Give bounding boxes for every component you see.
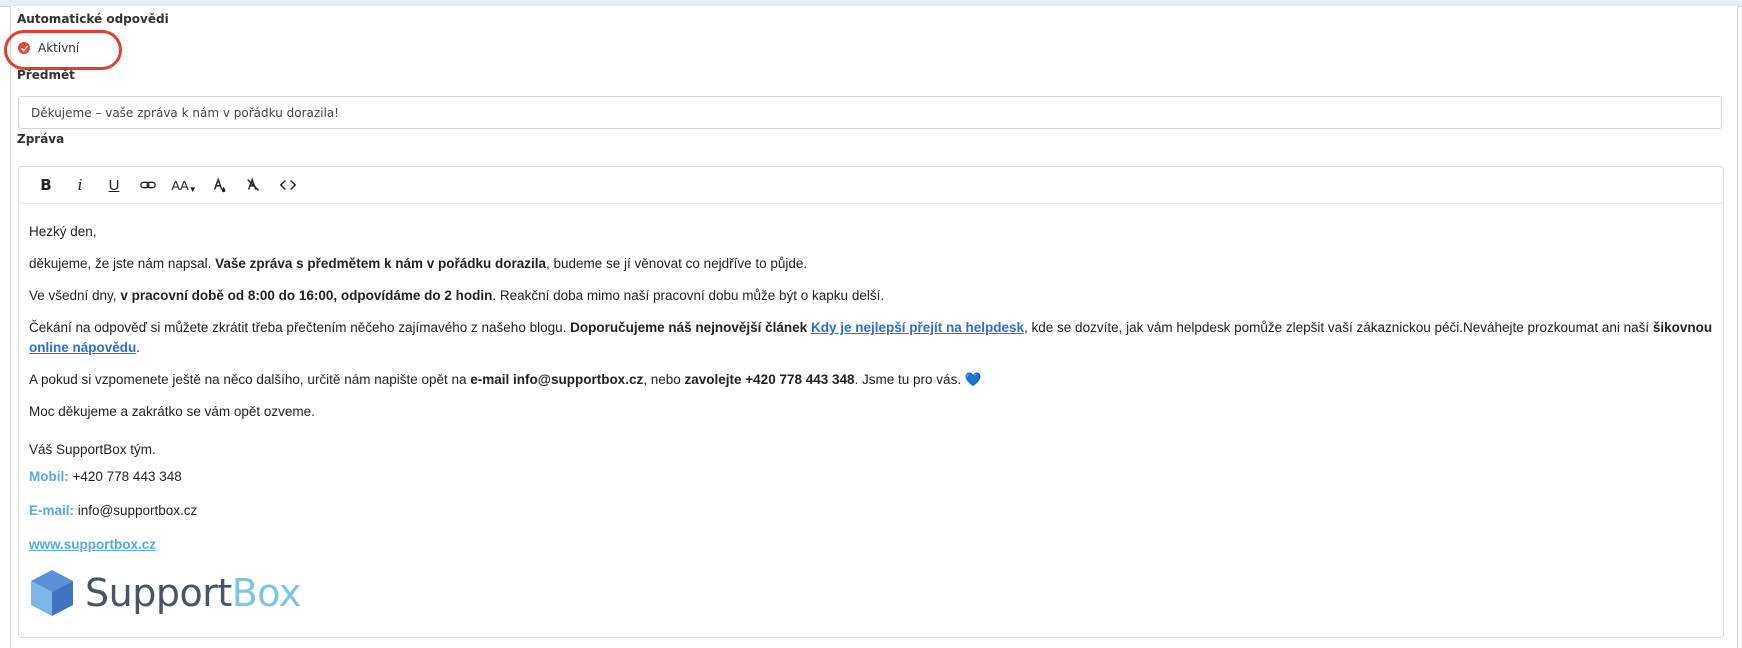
paragraph-closing: Moc děkujeme a zakrátko se vám opět ozve… <box>29 404 315 419</box>
website-link[interactable]: www.supportbox.cz <box>29 537 156 552</box>
greeting: Hezký den, <box>29 224 97 239</box>
signature-email: E-mail: info@supportbox.cz <box>29 503 198 518</box>
paragraph-thanks: děkujeme, že jste nám napsal. Vaše zpráv… <box>29 256 808 271</box>
link-icon[interactable] <box>131 171 165 199</box>
font-size-label: AA <box>171 177 189 193</box>
message-editor[interactable]: B i U AA ▼ Hezký den, děkujeme, že jste n… <box>18 166 1724 638</box>
signature-web: www.supportbox.cz <box>29 534 1713 556</box>
paragraph-contact: A pokud si vzpomenete ještě na něco dalš… <box>29 372 982 387</box>
message-body[interactable]: Hezký den, děkujeme, že jste nám napsal.… <box>19 204 1723 618</box>
checkbox-checked-icon[interactable] <box>18 42 30 54</box>
clear-format-icon[interactable] <box>237 171 271 199</box>
signature-mobile: Mobil: +420 778 443 348 <box>29 469 182 484</box>
active-label: Aktivní <box>38 41 80 55</box>
code-view-icon[interactable] <box>271 171 305 199</box>
subject-label: Předmět <box>17 68 75 82</box>
heart-icon: 💙 <box>964 372 982 387</box>
blog-article-link[interactable]: Kdy je nejlepší přejít na helpdesk <box>811 320 1024 335</box>
message-label: Zpráva <box>17 132 65 146</box>
caret-down-icon: ▼ <box>188 184 197 194</box>
signature-team: Váš SupportBox tým. <box>29 442 156 457</box>
underline-icon[interactable]: U <box>97 171 131 199</box>
bold-icon[interactable]: B <box>29 171 63 199</box>
help-link[interactable]: online nápovědu <box>29 340 136 355</box>
paragraph-hours: Ve všední dny, v pracovní době od 8:00 d… <box>29 288 885 303</box>
active-checkbox[interactable]: Aktivní <box>18 41 79 55</box>
logo-wordmark: SupportBox <box>85 571 301 615</box>
cube-logo-icon <box>31 570 73 616</box>
font-size-icon[interactable]: AA ▼ <box>165 171 203 199</box>
italic-icon[interactable]: i <box>63 171 97 199</box>
auto-reply-heading: Automatické odpovědi <box>17 12 169 26</box>
supportbox-logo: SupportBox <box>29 568 1713 618</box>
paragraph-blog: Čekání na odpověď si můžete zkrátit třeb… <box>29 320 1713 355</box>
text-color-icon[interactable] <box>203 171 237 199</box>
editor-toolbar: B i U AA ▼ <box>19 167 1723 204</box>
subject-input[interactable]: Děkujeme – vaše zpráva k nám v pořádku d… <box>18 96 1722 129</box>
